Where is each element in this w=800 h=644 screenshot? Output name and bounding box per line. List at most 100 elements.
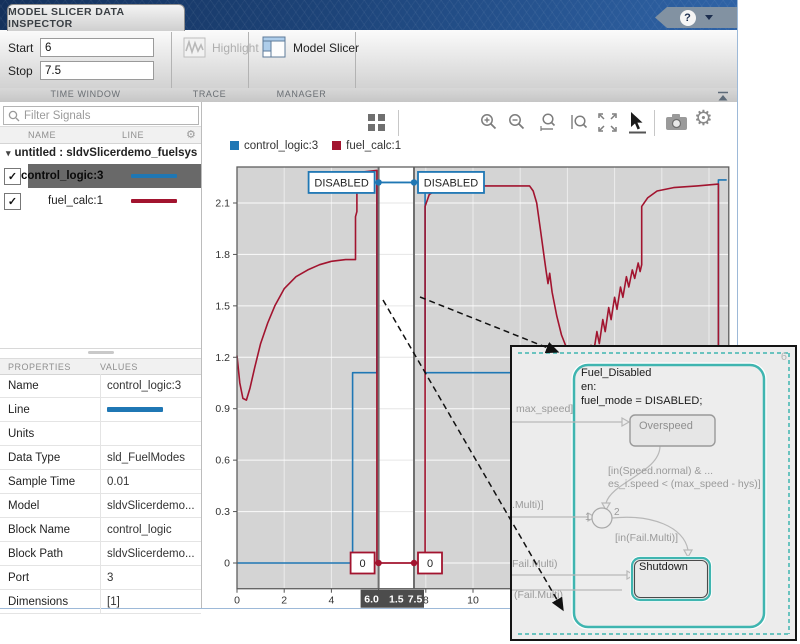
tree-root-label: untitled : sldvSlicerdemo_fuelsys xyxy=(14,147,198,159)
clipped-label-fail-multi-2: (Fail.Multi) xyxy=(514,589,563,601)
property-label: Port xyxy=(8,571,30,584)
svg-text:0: 0 xyxy=(234,595,240,607)
junction-icon xyxy=(591,507,613,529)
property-value: sldvSlicerdemo... xyxy=(100,542,201,565)
svg-text:DISABLED: DISABLED xyxy=(314,177,368,189)
svg-text:1.5: 1.5 xyxy=(215,300,230,312)
fail-condition-label: [in(Fail.Multi)] xyxy=(615,532,679,544)
ribbon-sections-row: TIME WINDOW TRACE MANAGER xyxy=(0,88,737,103)
highlight-button[interactable] xyxy=(183,37,207,64)
junction-label-2: 2 xyxy=(614,507,620,518)
property-label: Block Path xyxy=(8,547,63,560)
svg-text:0.3: 0.3 xyxy=(215,506,230,518)
signal-row-control_logic:3[interactable]: ✓ control_logic:3 xyxy=(0,164,201,188)
property-row-Block Name: Block Name control_logic xyxy=(0,518,201,542)
properties-table: Name control_logic:3 Line Units Data Type sld… xyxy=(0,374,201,614)
app-tab[interactable]: MODEL SLICER DATA INSPECTOR xyxy=(7,4,185,31)
start-label: Start xyxy=(8,40,34,55)
tree-root-row[interactable]: ▾ untitled : sldvSlicerdemo_fuelsys xyxy=(0,143,201,163)
speed-condition-line1: [in(Speed.normal) & ... xyxy=(608,465,714,477)
tree-expander-icon[interactable]: ▾ xyxy=(6,148,11,159)
svg-text:6.0: 6.0 xyxy=(364,594,379,606)
property-value: [1] xyxy=(100,590,201,613)
clipped-label-multi: .Multi)] xyxy=(512,499,544,511)
svg-text:0: 0 xyxy=(360,558,366,570)
signal-row-fuel_calc:1[interactable]: ✓ fuel_calc:1 xyxy=(0,189,201,213)
values-column: VALUES xyxy=(100,362,138,372)
column-line: LINE xyxy=(122,130,145,140)
section-trace: TRACE xyxy=(192,89,227,99)
property-value xyxy=(100,422,201,445)
app-tab-label: MODEL SLICER DATA INSPECTOR xyxy=(8,6,125,30)
svg-text:1.2: 1.2 xyxy=(215,352,230,364)
property-value: 0.01 xyxy=(100,470,201,493)
model-slicer-button[interactable] xyxy=(262,36,287,64)
stateflow-popup: Fuel_Disabled en: fuel_mode = DISABLED; … xyxy=(510,345,797,641)
svg-text:4: 4 xyxy=(328,595,334,607)
state-title: Fuel_Disabled xyxy=(581,367,652,379)
property-label: Sample Time xyxy=(8,475,76,488)
svg-text:1.5: 1.5 xyxy=(389,594,404,606)
property-value: sld_FuelModes xyxy=(100,446,201,469)
property-value: sldvSlicerdemo... xyxy=(100,494,201,517)
svg-text:2.1: 2.1 xyxy=(215,197,230,209)
svg-text:10: 10 xyxy=(467,595,479,607)
signal-checkbox[interactable]: ✓ xyxy=(4,167,21,185)
state-entry-action: fuel_mode = DISABLED; xyxy=(581,395,703,407)
stop-label: Stop xyxy=(8,63,33,78)
screen: { "window": { "tab_title": "MODEL SLICER… xyxy=(0,0,800,644)
svg-text:1.8: 1.8 xyxy=(215,249,230,261)
chart-corner-number: 6 xyxy=(780,351,787,363)
panel-splitter[interactable] xyxy=(0,348,201,357)
state-entry-keyword: en: xyxy=(581,381,597,393)
filter-signals-input[interactable]: Filter Signals xyxy=(3,106,199,125)
property-label: Name xyxy=(8,379,39,392)
section-time-window: TIME WINDOW xyxy=(50,89,121,99)
start-input[interactable] xyxy=(40,38,154,57)
stop-input[interactable] xyxy=(40,61,154,80)
model-slicer-label: Model Slicer xyxy=(293,41,360,55)
svg-text:0: 0 xyxy=(427,558,433,570)
property-row-Data Type: Data Type sld_FuelModes xyxy=(0,446,201,470)
start-field-row: Start xyxy=(8,38,154,57)
signal-sidebar: Filter Signals NAME LINE ⚙ ▾ untitled : … xyxy=(0,102,202,614)
speed-condition-line2: es_i.speed < (max_speed - hys)] xyxy=(608,478,761,490)
property-label: Block Name xyxy=(8,523,70,536)
property-label: Model xyxy=(8,499,40,512)
column-name: NAME xyxy=(28,130,57,140)
property-row-Line: Line xyxy=(0,398,201,422)
property-label: Units xyxy=(8,427,35,440)
property-value: control_logic:3 xyxy=(100,374,201,397)
property-value: control_logic xyxy=(100,518,201,541)
property-label: Dimensions xyxy=(8,595,69,608)
property-value: 3 xyxy=(100,566,201,589)
signal-line-swatch xyxy=(131,174,177,178)
stop-field-row: Stop xyxy=(8,61,154,80)
property-row-Dimensions: Dimensions [1] xyxy=(0,590,201,614)
filter-placeholder: Filter Signals xyxy=(24,109,91,122)
svg-text:0.6: 0.6 xyxy=(215,455,230,467)
ribbon: Start Stop Highlight xyxy=(0,30,737,88)
svg-text:2: 2 xyxy=(281,595,287,607)
search-icon xyxy=(8,110,20,121)
clipped-label-max-speed: max_speed] xyxy=(516,403,574,415)
property-row-Name: Name control_logic:3 xyxy=(0,374,201,398)
property-row-Sample Time: Sample Time 0.01 xyxy=(0,470,201,494)
svg-text:0: 0 xyxy=(224,558,230,570)
svg-text:7.5: 7.5 xyxy=(408,594,423,606)
highlight-icon xyxy=(183,37,206,58)
property-row-Block Path: Block Path sldvSlicerdemo... xyxy=(0,542,201,566)
properties-column: PROPERTIES xyxy=(8,362,71,372)
svg-text:DISABLED: DISABLED xyxy=(424,177,478,189)
property-row-Model: Model sldvSlicerdemo... xyxy=(0,494,201,518)
signal-checkbox[interactable]: ✓ xyxy=(4,192,21,210)
help-icon: ? xyxy=(679,9,696,26)
junction-label-1: 1 xyxy=(585,512,591,523)
chevron-down-icon xyxy=(704,15,713,20)
signal-name: control_logic:3 xyxy=(21,170,104,182)
gear-icon[interactable]: ⚙ xyxy=(186,128,196,141)
help-button[interactable]: ? xyxy=(655,7,737,28)
properties-header: PROPERTIES VALUES xyxy=(0,358,201,375)
signal-columns-header: NAME LINE ⚙ xyxy=(0,126,201,144)
property-row-Units: Units xyxy=(0,422,201,446)
